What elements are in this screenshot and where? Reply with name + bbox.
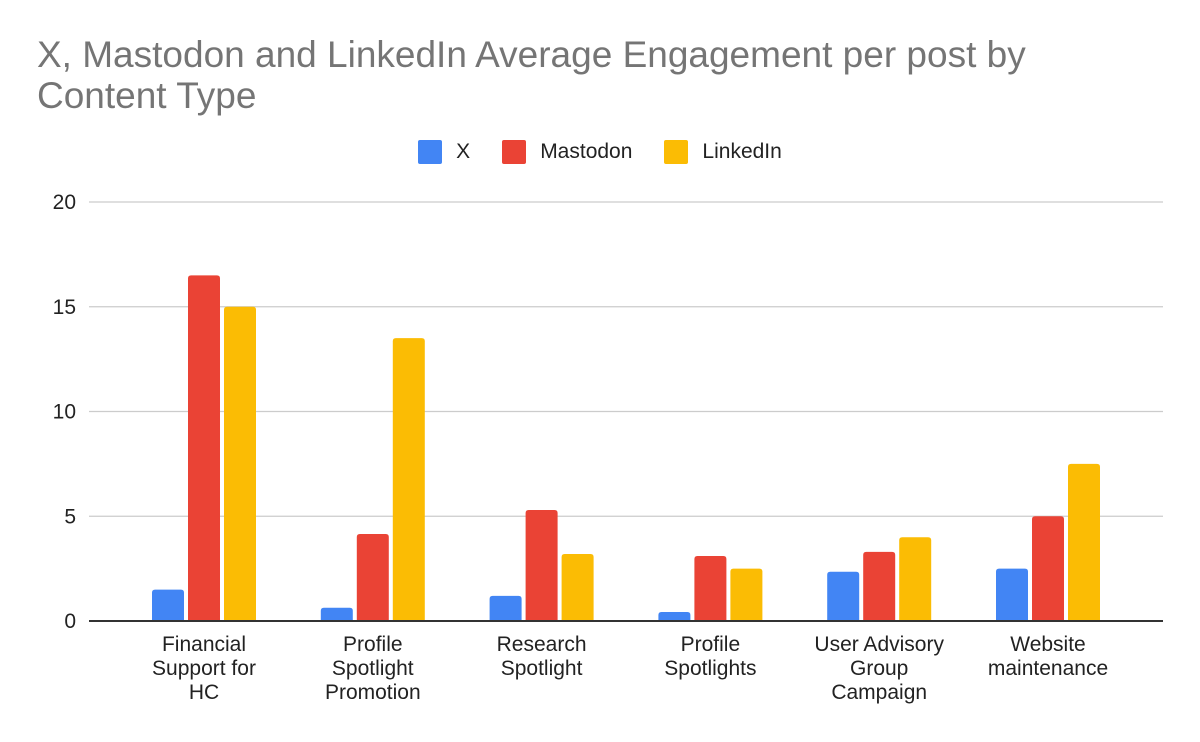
x-tick-label-line: Profile xyxy=(343,633,403,656)
bar-chart: 05101520 Financial Support for HCProfile Sp… xyxy=(53,191,1163,704)
bar-linkedin-user-advisory-group-campaign[interactable] xyxy=(899,537,932,621)
x-axis: Financial Support for HCProfile Spotlight Pr… xyxy=(89,620,1163,704)
y-tick-label-10: 10 xyxy=(53,401,76,424)
x-tick-label-line: Financial xyxy=(162,633,246,656)
bar-linkedin-research-spotlight[interactable] xyxy=(561,553,594,621)
x-tick-label-line: HC xyxy=(189,681,219,704)
bar-mastodon-financial-support-for-hc[interactable] xyxy=(188,275,220,621)
y-tick-label-15: 15 xyxy=(53,296,76,319)
x-tick-label-research-spotlight: Research Spotlight xyxy=(497,633,587,680)
y-tick-label-20: 20 xyxy=(53,191,76,214)
x-tick-label-line: Spotlight xyxy=(332,657,414,680)
bar-x-profile-spotlight-promotion[interactable] xyxy=(320,607,353,621)
y-tick-label-5: 5 xyxy=(64,505,76,528)
bar-x-financial-support-for-hc[interactable] xyxy=(152,589,184,621)
bar-mastodon-profile-spotlight-promotion[interactable] xyxy=(356,534,389,621)
y-tick-label-0: 0 xyxy=(64,610,76,633)
x-tick-label-line: Spotlights xyxy=(664,657,756,680)
bar-mastodon-profile-spotlights[interactable] xyxy=(694,556,727,621)
x-tick-label-line: User Advisory xyxy=(814,633,944,656)
bar-x-user-advisory-group-campaign[interactable] xyxy=(827,571,860,621)
x-tick-label-profile-spotlights: Profile Spotlights xyxy=(664,633,756,680)
x-tick-label-line: Promotion xyxy=(325,681,421,704)
x-tick-label-line: Website xyxy=(1010,633,1085,656)
bar-mastodon-research-spotlight[interactable] xyxy=(525,509,558,621)
bar-mastodon-website-maintenance[interactable] xyxy=(1032,516,1064,621)
bars xyxy=(152,275,1100,621)
x-tick-label-line: Spotlight xyxy=(501,657,583,680)
bar-mastodon-user-advisory-group-campaign[interactable] xyxy=(863,551,896,621)
x-tick-label-line: Campaign xyxy=(831,681,927,704)
x-tick-label-line: Group xyxy=(850,657,908,680)
x-tick-label-profile-spotlight-promotion: Profile Spotlight Promotion xyxy=(325,633,421,704)
y-axis: 0 5 10 15 20 xyxy=(53,191,76,633)
bar-linkedin-financial-support-for-hc[interactable] xyxy=(224,306,256,621)
x-tick-label-user-advisory-group-campaign: User Advisory Group Campaign xyxy=(814,633,944,704)
bar-linkedin-profile-spotlights[interactable] xyxy=(730,568,763,621)
x-tick-label-line: Support for xyxy=(152,657,256,680)
bar-linkedin-profile-spotlight-promotion[interactable] xyxy=(392,338,425,621)
x-tick-label-line: Profile xyxy=(681,633,741,656)
bar-x-profile-spotlights[interactable] xyxy=(658,611,691,621)
x-tick-label-line: maintenance xyxy=(988,657,1108,680)
x-tick-label-website-maintenance: Website maintenance xyxy=(988,633,1108,680)
bar-x-website-maintenance[interactable] xyxy=(996,568,1028,621)
bar-x-research-spotlight[interactable] xyxy=(489,595,522,621)
x-tick-label-line: Research xyxy=(497,633,587,656)
bar-linkedin-website-maintenance[interactable] xyxy=(1068,463,1100,621)
x-tick-label-financial-support-for-hc: Financial Support for HC xyxy=(152,633,256,704)
